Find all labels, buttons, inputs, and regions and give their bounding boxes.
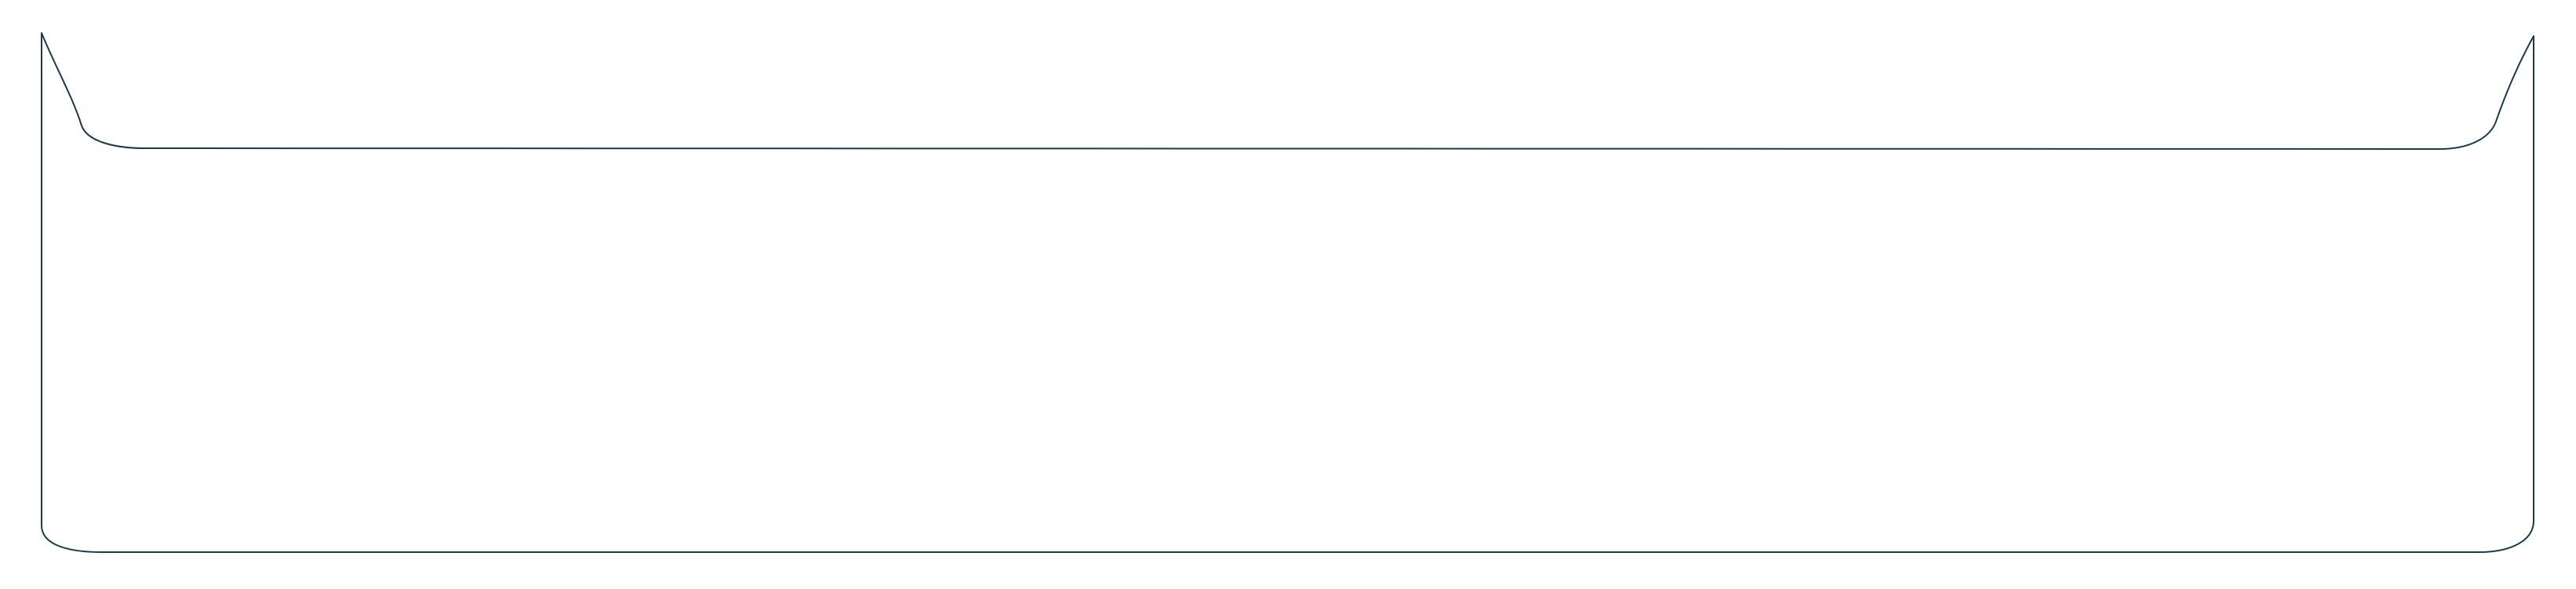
- outline-path: [41, 32, 2534, 553]
- canvas: [0, 0, 2576, 589]
- outline-shape: [41, 32, 2534, 553]
